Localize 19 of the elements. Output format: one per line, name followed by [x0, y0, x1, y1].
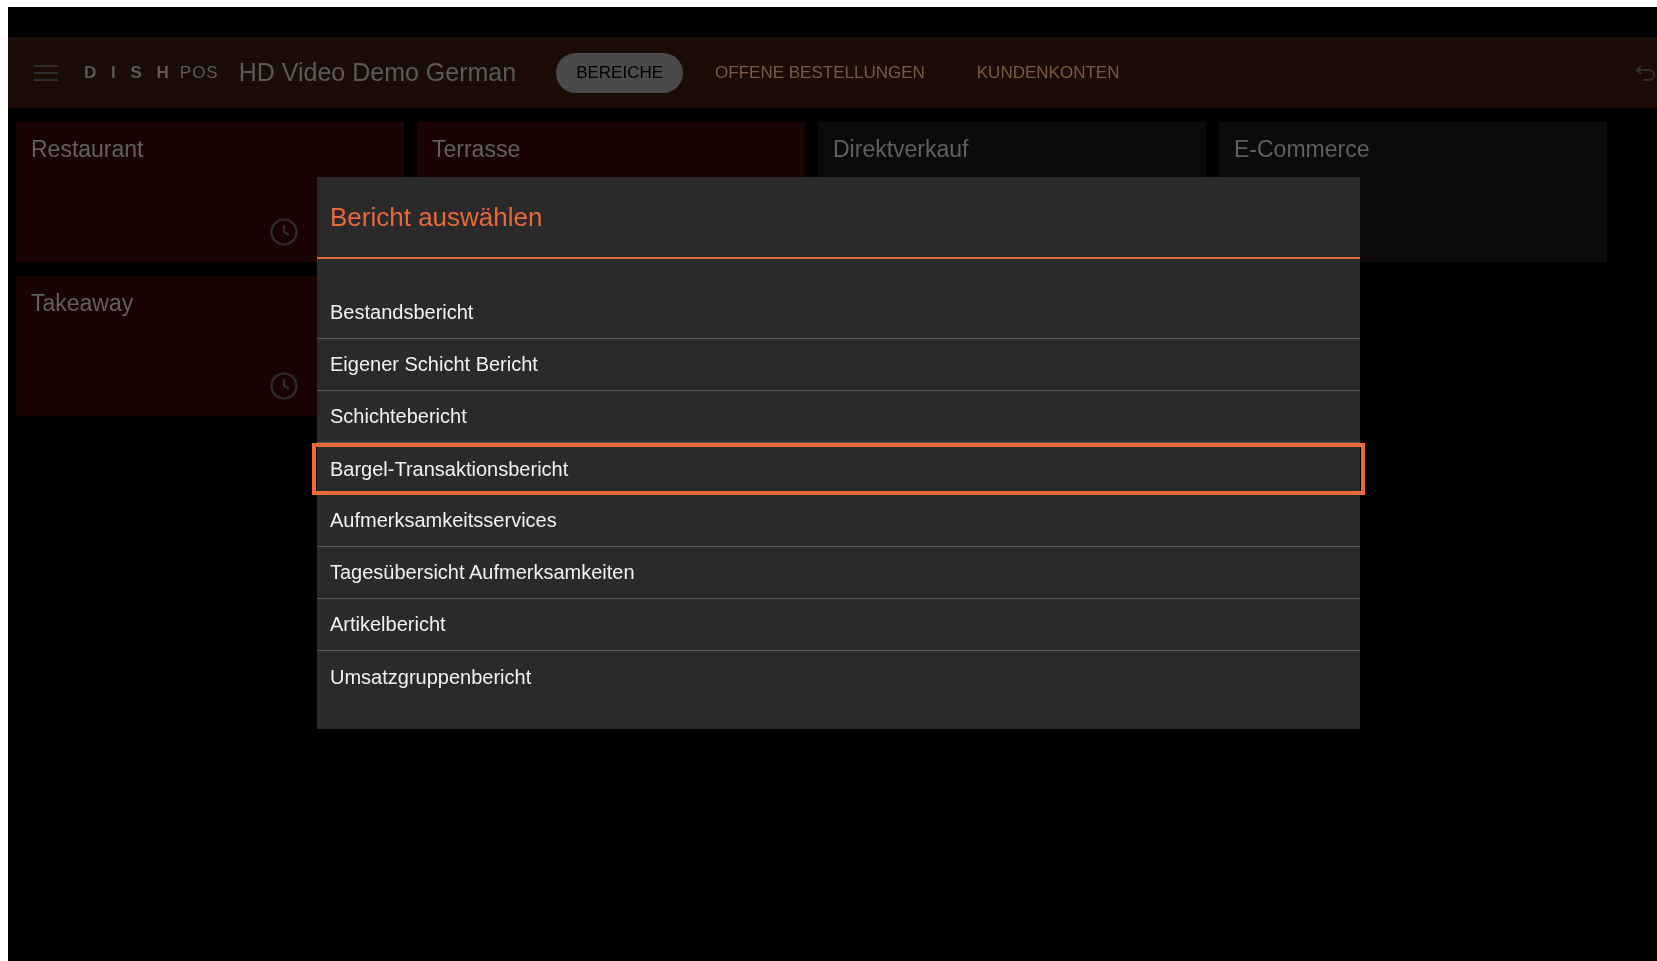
- area-name: Direktverkauf: [833, 136, 969, 163]
- area-name: Restaurant: [31, 136, 144, 163]
- report-item[interactable]: Umsatzgruppenbericht: [317, 651, 1360, 703]
- report-item[interactable]: Artikelbericht: [317, 599, 1360, 651]
- logo-text: D I S H: [84, 62, 174, 83]
- logo-suffix: POS: [179, 62, 219, 83]
- report-item[interactable]: Bargel-Transaktionsbericht: [312, 443, 1365, 495]
- report-item[interactable]: Tagesübersicht Aufmerksamkeiten: [317, 547, 1360, 599]
- area-name: E-Commerce: [1234, 136, 1370, 163]
- back-arrow-icon[interactable]: [1635, 63, 1655, 82]
- dialog-title: Bericht auswählen: [317, 177, 1360, 259]
- report-item[interactable]: Schichtebericht: [317, 391, 1360, 443]
- report-item[interactable]: Eigener Schicht Bericht: [317, 339, 1360, 391]
- report-item[interactable]: Aufmerksamkeitsservices: [317, 495, 1360, 547]
- area-name: Terrasse: [432, 136, 521, 163]
- report-item[interactable]: Bestandsbericht: [317, 287, 1360, 339]
- area-name: Takeaway: [31, 290, 134, 317]
- menu-icon[interactable]: [34, 63, 58, 82]
- app-title: HD Video Demo German: [238, 58, 517, 87]
